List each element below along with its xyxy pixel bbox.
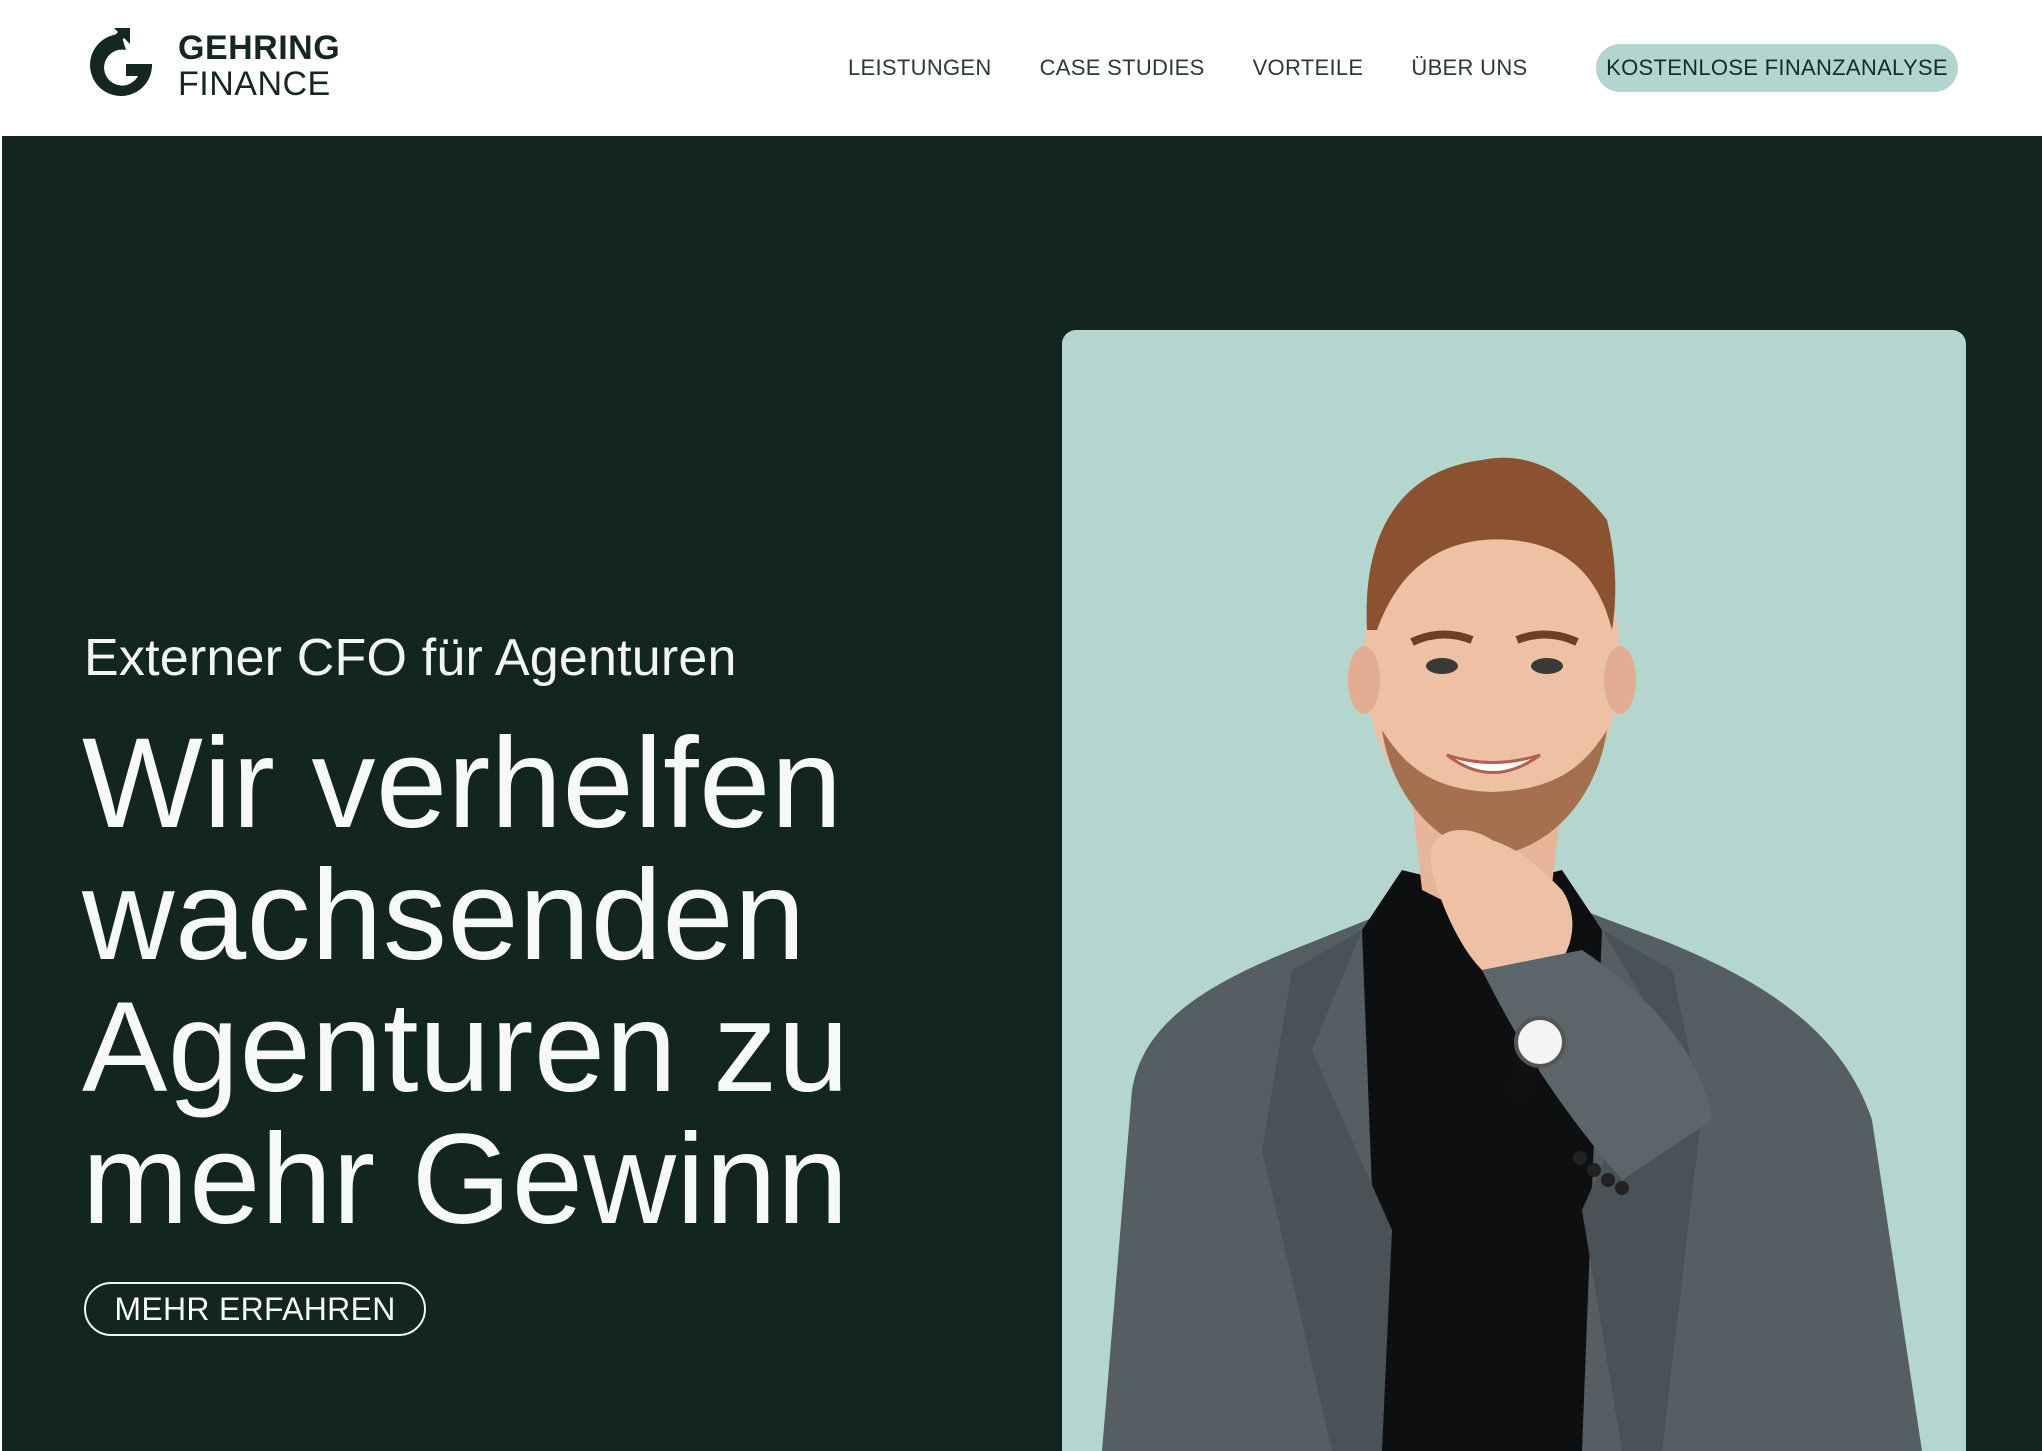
hero-headline: Wir verhelfen wachsenden Agenturen zu me… [82,718,1042,1246]
brand-name-line1: GEHRING [178,29,341,67]
brand-logo[interactable]: GEHRING FINANCE [80,24,340,108]
nav-link-leistungen[interactable]: LEISTUNGEN [848,55,992,81]
site-header: GEHRING FINANCE LEISTUNGEN CASE STUDIES … [0,0,2042,136]
headline-line: Agenturen zu [82,976,850,1119]
nav-link-case-studies[interactable]: CASE STUDIES [1040,55,1205,81]
headline-line: wachsenden [82,844,806,987]
headline-line: Wir verhelfen [82,712,843,855]
person-portrait [1102,457,1922,1451]
learn-more-button[interactable]: MEHR ERFAHREN [84,1282,426,1336]
hero-photo-card [1062,330,1966,1451]
free-analysis-button[interactable]: KOSTENLOSE FINANZANALYSE [1596,44,1958,92]
brand-name-line2: FINANCE [178,65,331,103]
headline-line: mehr Gewinn [82,1108,849,1251]
nav-link-ueber-uns[interactable]: ÜBER UNS [1411,55,1527,81]
arrow-circle-g-icon [90,28,152,96]
main-nav: LEISTUNGEN CASE STUDIES VORTEILE ÜBER UN… [848,48,1575,88]
brand-wordmark: GEHRING FINANCE [178,31,340,101]
nav-link-vorteile[interactable]: VORTEILE [1253,55,1364,81]
hero-kicker: Externer CFO für Agenturen [84,629,737,687]
